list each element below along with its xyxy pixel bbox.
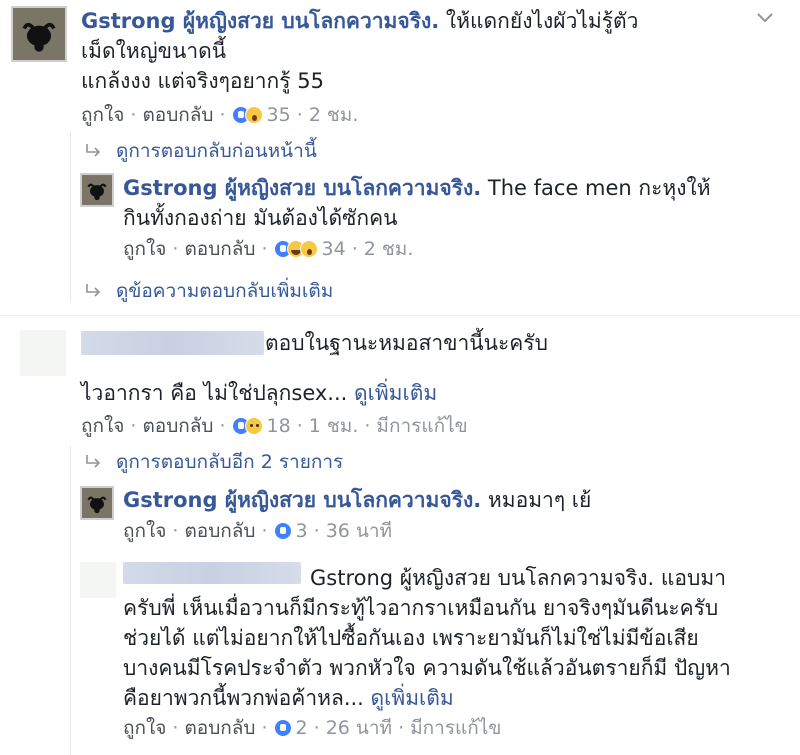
comment-2-line1: ตอบในฐานะหมอสาขานี้นะครับ [265, 331, 548, 355]
like-button[interactable]: ถูกใจ [123, 516, 166, 546]
reply-3-line2: ครับพี่ เห็นเมื่อวานก็มีกระทู้ไวอากราเหม… [123, 596, 719, 620]
reply-3-line4: บางคนมีโรคประจำตัว พวกหัวใจ ความดันใช้แล… [123, 656, 731, 680]
comment-divider [0, 315, 800, 316]
comment-1-line1: Gstrong ผู้หญิงสวย บนโลกความจริง. ให้แดก… [81, 6, 638, 36]
comment-2-actions: ถูกใจ · ตอบกลับ · 18 · 1 ชม. · มีการแก้ไ… [81, 412, 468, 440]
reactions-summary[interactable] [231, 417, 263, 435]
like-button[interactable]: ถูกใจ [123, 713, 166, 743]
reaction-count[interactable]: 18 [267, 415, 291, 437]
avatar-gstrong[interactable] [80, 486, 114, 520]
like-reaction-icon [273, 719, 292, 737]
reply-2-actions: ถูกใจ · ตอบกลับ · 3 · 36 นาที [123, 517, 392, 545]
comment-time[interactable]: 1 ชม. [309, 411, 359, 441]
view-previous-replies-label: ดูการตอบกลับก่อนหน้านี้ [116, 140, 317, 162]
reply-2-line1: Gstrong ผู้หญิงสวย บนโลกความจริง. หมอมาๆ… [123, 485, 591, 515]
view-more-replies-label: ดูข้อความตอบกลับเพิ่มเติม [116, 280, 334, 302]
comment-1-line3: แกล้งงง แต่จริงๆอยากรู้ 55 [81, 69, 324, 93]
reactions-summary[interactable] [231, 106, 263, 124]
sad-reaction-icon [244, 417, 263, 435]
reaction-count[interactable]: 35 [267, 104, 291, 126]
reply-1-author[interactable]: Gstrong ผู้หญิงสวย บนโลกความจริง. [123, 176, 481, 200]
reply-arrow-icon [84, 143, 102, 159]
reply-button[interactable]: ตอบกลับ [184, 713, 255, 743]
blurred-author-name[interactable] [123, 562, 301, 584]
reply-1-line2: กินทั้งกองถ่าย มันต้องได้ซักคน [123, 206, 398, 230]
reply-1-text: The face men กะหุงให้ [487, 176, 711, 200]
comment-time[interactable]: 2 ชม. [309, 100, 359, 130]
comment-options-chevron-icon[interactable] [756, 12, 774, 24]
reply-1-actions: ถูกใจ · ตอบกลับ · 34 · 2 ชม. [123, 235, 413, 263]
reply-3-text: คือยาพวกนี้พวกพ่อค้าหล... [123, 686, 364, 710]
see-more-link[interactable]: ดูเพิ่มเติม [354, 381, 437, 405]
reply-button[interactable]: ตอบกลับ [184, 516, 255, 546]
reactions-summary[interactable] [273, 719, 292, 737]
reply-3-line5: คือยาพวกนี้พวกพ่อค้าหล... ดูเพิ่มเติม [123, 683, 454, 713]
reply-1-line1: Gstrong ผู้หญิงสวย บนโลกความจริง. The fa… [123, 173, 711, 203]
comment-1-actions: ถูกใจ · ตอบกลับ · 35 · 2 ชม. [81, 101, 358, 129]
wow-reaction-icon [244, 106, 263, 124]
avatar-hidden[interactable] [20, 330, 66, 376]
reply-button[interactable]: ตอบกลับ [142, 100, 213, 130]
reply-arrow-icon [84, 454, 102, 470]
reply-3-line3: ช่วยได้ แต่ไม่อยากให้ไปซื้อกันเอง เพราะย… [123, 626, 699, 650]
comment-time[interactable]: 26 นาที [326, 713, 392, 743]
view-previous-replies[interactable]: ดูการตอบกลับก่อนหน้านี้ [84, 136, 317, 166]
like-button[interactable]: ถูกใจ [81, 100, 124, 130]
view-2-more-replies[interactable]: ดูการตอบกลับอีก 2 รายการ [84, 447, 343, 477]
reply-button[interactable]: ตอบกลับ [184, 234, 255, 264]
reactions-summary[interactable] [273, 240, 318, 258]
reply-2-author[interactable]: Gstrong ผู้หญิงสวย บนโลกความจริง. [123, 488, 481, 512]
reply-3-actions: ถูกใจ · ตอบกลับ · 2 · 26 นาที · มีการแก้… [123, 714, 501, 742]
reactions-summary[interactable] [273, 522, 292, 540]
like-reaction-icon [273, 522, 292, 540]
reaction-count[interactable]: 3 [296, 520, 308, 542]
reply-arrow-icon [84, 283, 102, 299]
comment-time[interactable]: 2 ชม. [364, 234, 414, 264]
avatar-hidden[interactable] [80, 562, 116, 598]
comment-2-line2: ไวอากรา คือ ไม่ใช่ปลุกsex... ดูเพิ่มเติม [81, 378, 437, 408]
avatar-gstrong[interactable] [80, 173, 114, 207]
reaction-count[interactable]: 34 [322, 238, 346, 260]
wow-reaction-icon [299, 240, 318, 258]
view-2-more-replies-label: ดูการตอบกลับอีก 2 รายการ [116, 451, 344, 473]
reaction-count[interactable]: 2 [296, 717, 308, 739]
reply-3-line1: Gstrong ผู้หญิงสวย บนโลกความจริง. แอบมา [310, 566, 726, 590]
reply-2-text: หมอมาๆ เย้ [487, 488, 592, 512]
edited-label[interactable]: มีการแก้ไข [410, 713, 501, 743]
view-more-replies[interactable]: ดูข้อความตอบกลับเพิ่มเติม [84, 276, 333, 306]
blurred-author-name[interactable] [81, 331, 264, 355]
comment-1-author[interactable]: Gstrong ผู้หญิงสวย บนโลกความจริง. [81, 9, 439, 33]
thread-line [70, 446, 71, 755]
like-button[interactable]: ถูกใจ [123, 234, 166, 264]
thread-line [70, 132, 71, 302]
like-button[interactable]: ถูกใจ [81, 411, 124, 441]
edited-label[interactable]: มีการแก้ไข [376, 411, 467, 441]
comment-1-line2: เม็ดใหญ่ขนาดนี้ [81, 39, 227, 63]
avatar-gstrong[interactable] [11, 6, 67, 62]
comment-2-text: ไวอากรา คือ ไม่ใช่ปลุกsex... [81, 381, 348, 405]
see-more-link[interactable]: ดูเพิ่มเติม [371, 686, 454, 710]
comment-1-text: ให้แดกยังไงผัวไม่รู้ตัว [445, 9, 639, 33]
reply-button[interactable]: ตอบกลับ [142, 411, 213, 441]
comment-time[interactable]: 36 นาที [326, 516, 392, 546]
